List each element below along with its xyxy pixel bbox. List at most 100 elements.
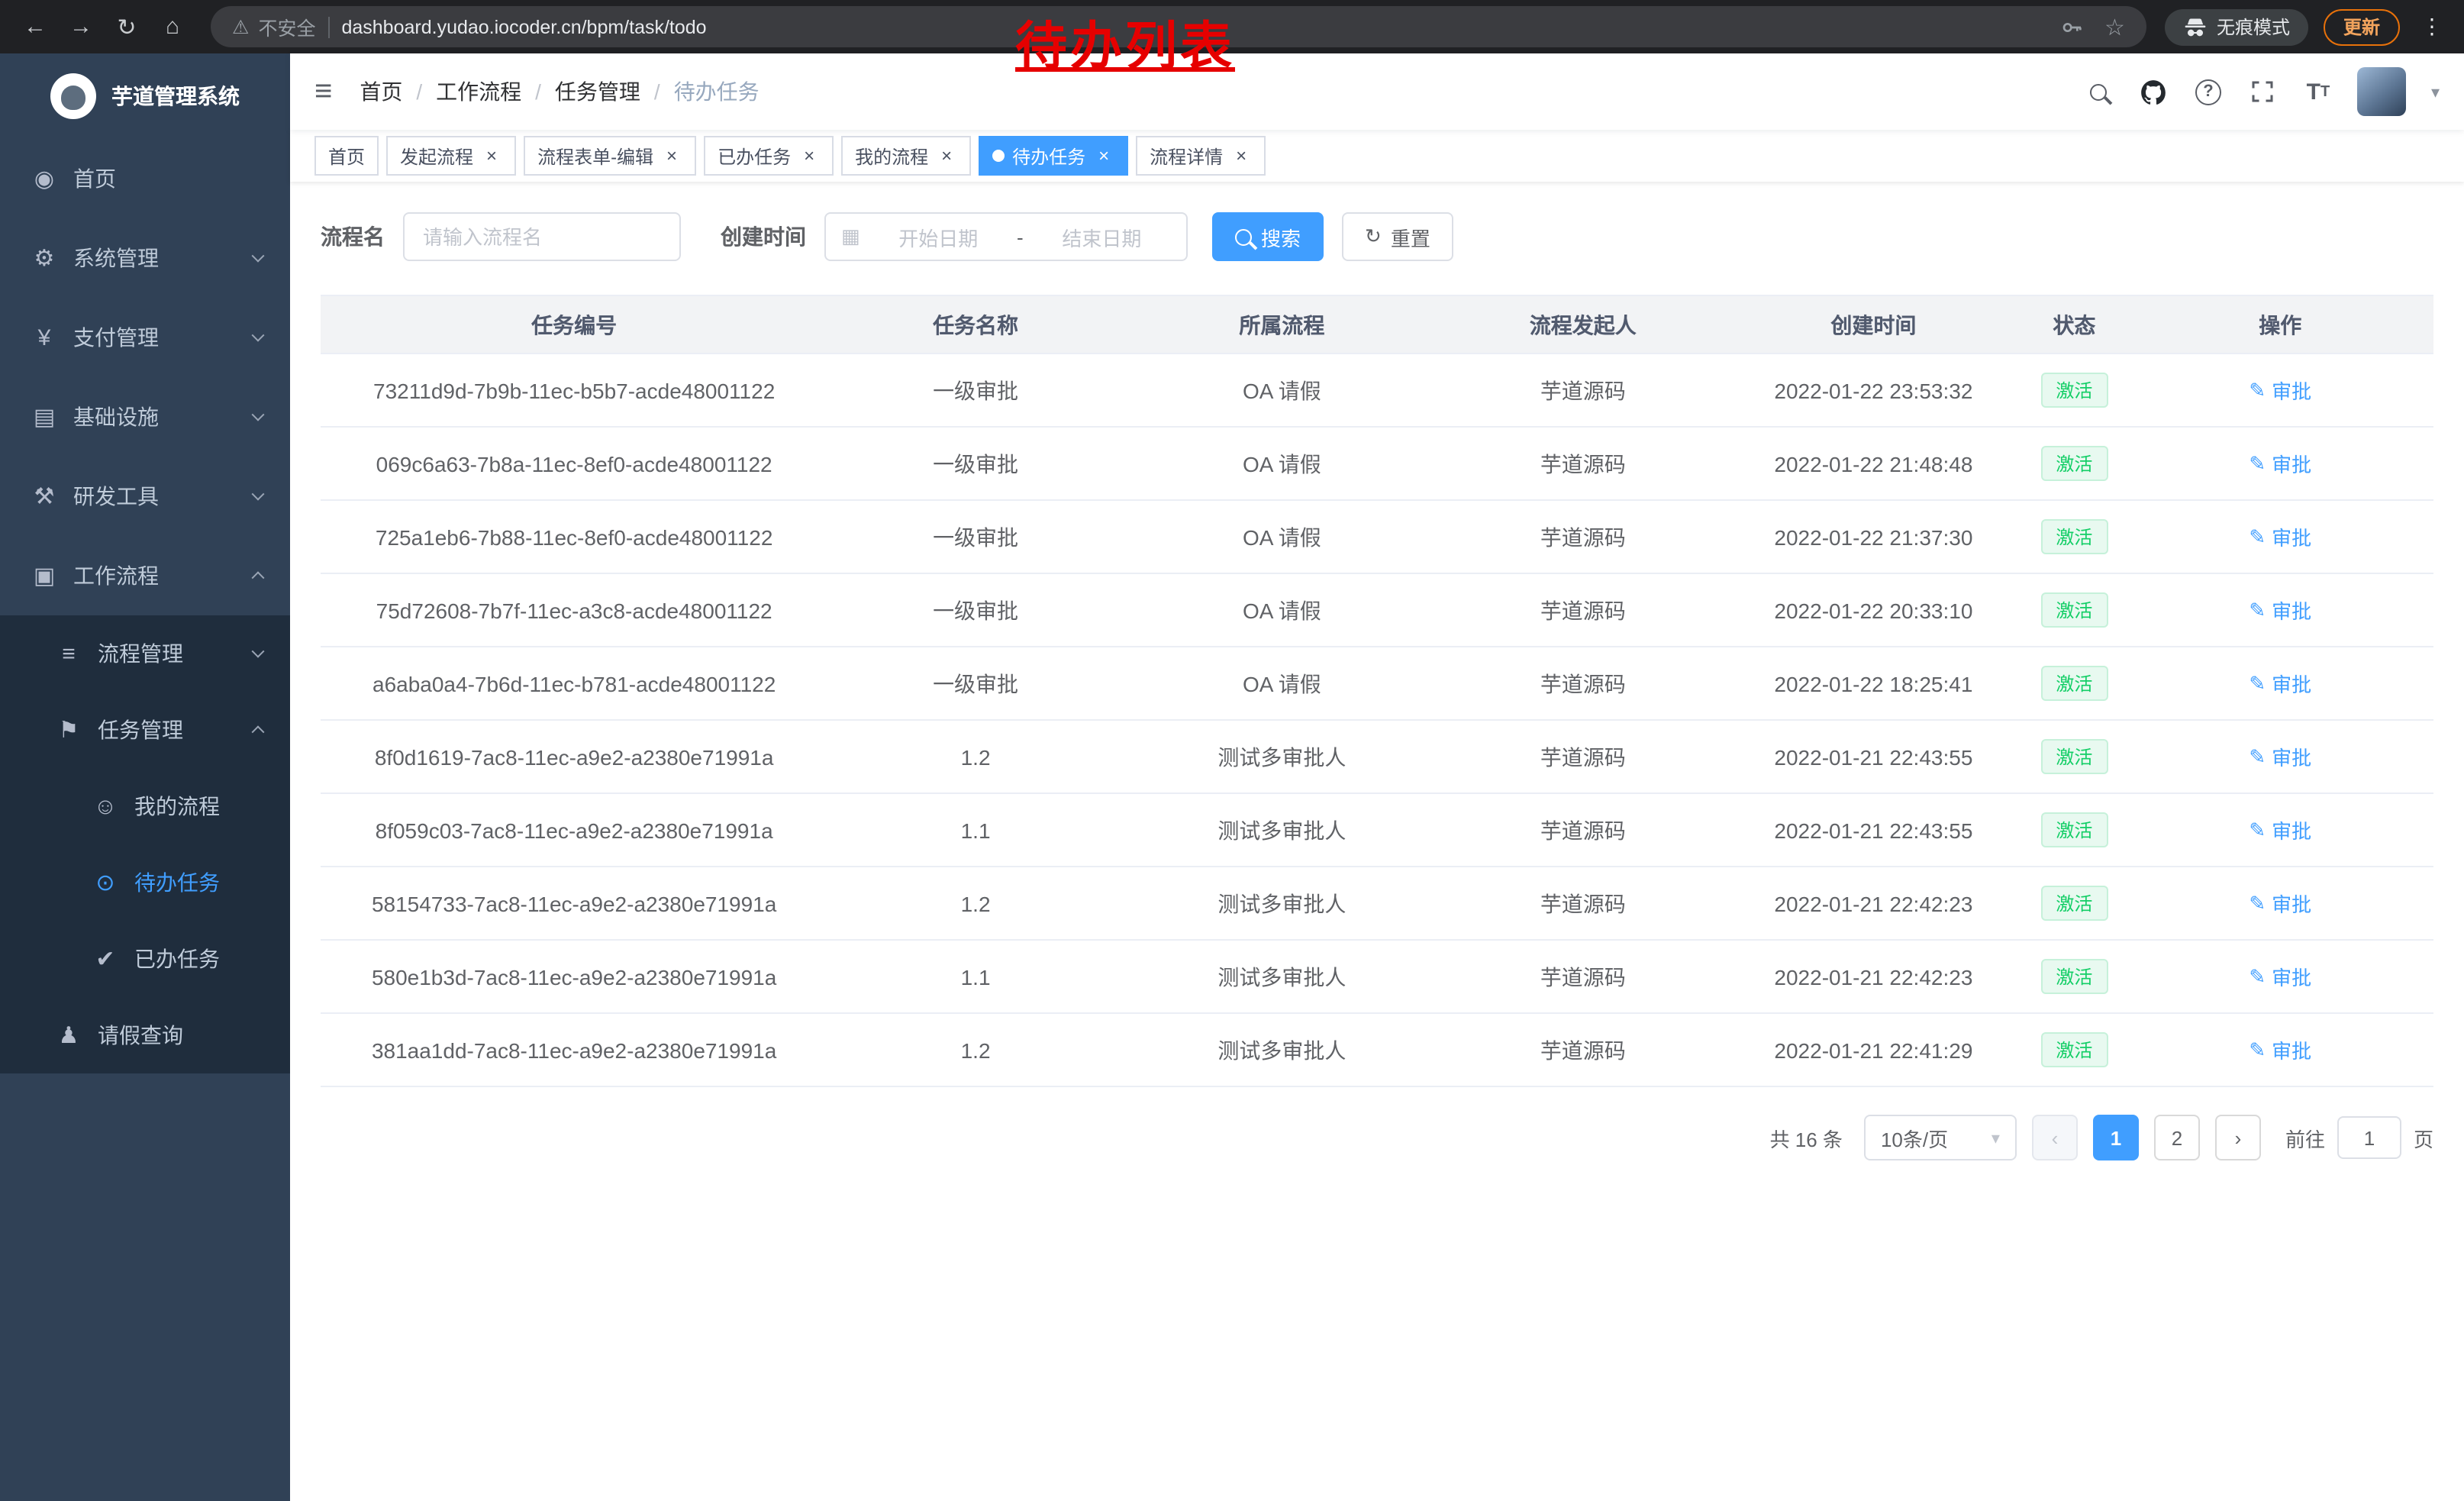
approve-label: 审批 xyxy=(2272,742,2311,771)
browser-menu-kebab-icon[interactable]: ⋮ xyxy=(2415,14,2449,40)
sidebar-collapse-button[interactable]: ≡ xyxy=(314,74,332,109)
tag-my-process[interactable]: 我的流程 × xyxy=(841,136,971,176)
col-task-name: 任务名称 xyxy=(827,295,1124,353)
browser-update-button[interactable]: 更新 xyxy=(2324,8,2400,45)
avatar-caret-down-icon[interactable]: ▾ xyxy=(2431,82,2440,102)
sidebar-item-done-task[interactable]: ✔ 已办任务 xyxy=(0,921,290,997)
cell-process: 测试多审批人 xyxy=(1124,793,1440,867)
sidebar-item-todo-task[interactable]: ⊙ 待办任务 xyxy=(0,844,290,921)
approve-button[interactable]: ✎审批 xyxy=(2249,376,2311,405)
browser-back-button[interactable]: ← xyxy=(15,7,55,47)
process-name-input[interactable] xyxy=(403,212,681,261)
page-size-select[interactable]: 10条/页 ▾ xyxy=(1864,1115,2017,1160)
security-status[interactable]: ⚠ 不安全 xyxy=(232,12,315,41)
cell-starter: 芋道源码 xyxy=(1440,573,1726,647)
page-button-1[interactable]: 1 xyxy=(2093,1115,2139,1160)
cell-status: 激活 xyxy=(2021,573,2127,647)
key-icon-svg xyxy=(2059,15,2083,39)
incognito-label: 无痕模式 xyxy=(2217,14,2290,40)
tag-process-form-edit[interactable]: 流程表单-编辑 × xyxy=(524,136,696,176)
breadcrumb-task-management[interactable]: 任务管理 xyxy=(555,76,640,107)
reset-button[interactable]: ↻ 重置 xyxy=(1342,212,1453,261)
tag-process-detail[interactable]: 流程详情 × xyxy=(1136,136,1266,176)
github-icon[interactable] xyxy=(2138,76,2169,107)
sidebar-item-infrastructure[interactable]: ▤ 基础设施 xyxy=(0,377,290,457)
tag-done-task[interactable]: 已办任务 × xyxy=(704,136,834,176)
browser-home-button[interactable]: ⌂ xyxy=(153,7,192,47)
approve-button[interactable]: ✎审批 xyxy=(2249,889,2311,918)
tag-label: 发起流程 xyxy=(400,143,473,169)
tag-start-process[interactable]: 发起流程 × xyxy=(386,136,516,176)
sidebar-item-system[interactable]: ⚙ 系统管理 xyxy=(0,218,290,298)
prev-page-button[interactable]: ‹ xyxy=(2032,1115,2078,1160)
col-created: 创建时间 xyxy=(1726,295,2022,353)
tag-label: 流程详情 xyxy=(1150,143,1223,169)
active-dot-icon xyxy=(992,150,1005,162)
chevron-down-icon xyxy=(252,645,265,658)
approve-button[interactable]: ✎审批 xyxy=(2249,815,2311,844)
approve-button[interactable]: ✎审批 xyxy=(2249,962,2311,991)
process-list-icon: ≡ xyxy=(55,641,82,667)
sidebar-item-devtools[interactable]: ⚒ 研发工具 xyxy=(0,457,290,536)
cell-starter: 芋道源码 xyxy=(1440,647,1726,720)
cell-action: ✎审批 xyxy=(2127,720,2433,793)
close-icon[interactable]: × xyxy=(1093,145,1114,166)
fullscreen-icon[interactable] xyxy=(2248,76,2279,107)
tag-todo-task[interactable]: 待办任务 × xyxy=(979,136,1128,176)
breadcrumb-workflow[interactable]: 工作流程 xyxy=(436,76,521,107)
help-icon[interactable]: ? xyxy=(2193,76,2224,107)
start-date-placeholder: 开始日期 xyxy=(869,222,1008,251)
goto-page-input[interactable] xyxy=(2337,1116,2401,1159)
approve-button[interactable]: ✎审批 xyxy=(2249,449,2311,478)
cell-status: 激活 xyxy=(2021,1013,2127,1086)
chevron-down-icon xyxy=(252,329,265,342)
sidebar-item-process-management[interactable]: ≡ 流程管理 xyxy=(0,615,290,692)
next-page-button[interactable]: › xyxy=(2215,1115,2261,1160)
approve-button[interactable]: ✎审批 xyxy=(2249,669,2311,698)
chrome-right-controls: 无痕模式 更新 ⋮ xyxy=(2165,8,2449,45)
approve-button[interactable]: ✎审批 xyxy=(2249,522,2311,551)
tag-home[interactable]: 首页 xyxy=(314,136,379,176)
sidebar-item-payment[interactable]: ¥ 支付管理 xyxy=(0,298,290,377)
password-key-icon[interactable] xyxy=(2056,11,2086,42)
breadcrumb-home[interactable]: 首页 xyxy=(360,76,402,107)
browser-reload-button[interactable]: ↻ xyxy=(107,7,147,47)
chevron-down-icon xyxy=(252,250,265,263)
search-icon[interactable] xyxy=(2083,76,2114,107)
table-row: 75d72608-7b7f-11ec-a3c8-acde48001122一级审批… xyxy=(321,573,2433,647)
cell-task-id: 8f0d1619-7ac8-11ec-a9e2-a2380e71991a xyxy=(321,720,827,793)
close-icon[interactable]: × xyxy=(481,145,502,166)
search-button[interactable]: 搜索 xyxy=(1212,212,1324,261)
cell-created: 2022-01-21 22:42:23 xyxy=(1726,867,2022,940)
cell-starter: 芋道源码 xyxy=(1440,720,1726,793)
approve-button[interactable]: ✎审批 xyxy=(2249,1035,2311,1064)
create-time-range-picker[interactable]: ▦ 开始日期 - 结束日期 xyxy=(824,212,1188,261)
user-avatar[interactable] xyxy=(2358,67,2407,116)
table-row: 069c6a63-7b8a-11ec-8ef0-acde48001122一级审批… xyxy=(321,427,2433,500)
sidebar-item-task-management[interactable]: ⚑ 任务管理 xyxy=(0,692,290,768)
cell-action: ✎审批 xyxy=(2127,500,2433,573)
page-button-2[interactable]: 2 xyxy=(2154,1115,2200,1160)
cell-status: 激活 xyxy=(2021,793,2127,867)
sidebar-item-leave-query[interactable]: ♟ 请假查询 xyxy=(0,997,290,1073)
approve-button[interactable]: ✎审批 xyxy=(2249,742,2311,771)
cell-task-name: 一级审批 xyxy=(827,500,1124,573)
sidebar-item-my-process[interactable]: ☺ 我的流程 xyxy=(0,768,290,844)
browser-forward-button[interactable]: → xyxy=(61,7,101,47)
cell-task-name: 1.2 xyxy=(827,720,1124,793)
sidebar-item-workflow[interactable]: ▣ 工作流程 xyxy=(0,536,290,615)
approve-button[interactable]: ✎审批 xyxy=(2249,596,2311,625)
sidebar-item-home[interactable]: ◉ 首页 xyxy=(0,139,290,218)
filter-form: 流程名 创建时间 ▦ 开始日期 - 结束日期 搜索 ↻ xyxy=(321,212,2433,261)
app-logo[interactable]: 芋道管理系统 xyxy=(0,53,290,139)
cell-task-name: 1.2 xyxy=(827,867,1124,940)
breadcrumb-separator: / xyxy=(416,79,422,104)
close-icon[interactable]: × xyxy=(936,145,957,166)
close-icon[interactable]: × xyxy=(798,145,820,166)
approve-label: 审批 xyxy=(2272,669,2311,698)
status-badge: 激活 xyxy=(2040,1032,2108,1067)
close-icon[interactable]: × xyxy=(1230,145,1252,166)
font-size-icon[interactable]: TT xyxy=(2303,76,2333,107)
close-icon[interactable]: × xyxy=(661,145,682,166)
bookmark-star-icon[interactable]: ☆ xyxy=(2104,13,2125,40)
